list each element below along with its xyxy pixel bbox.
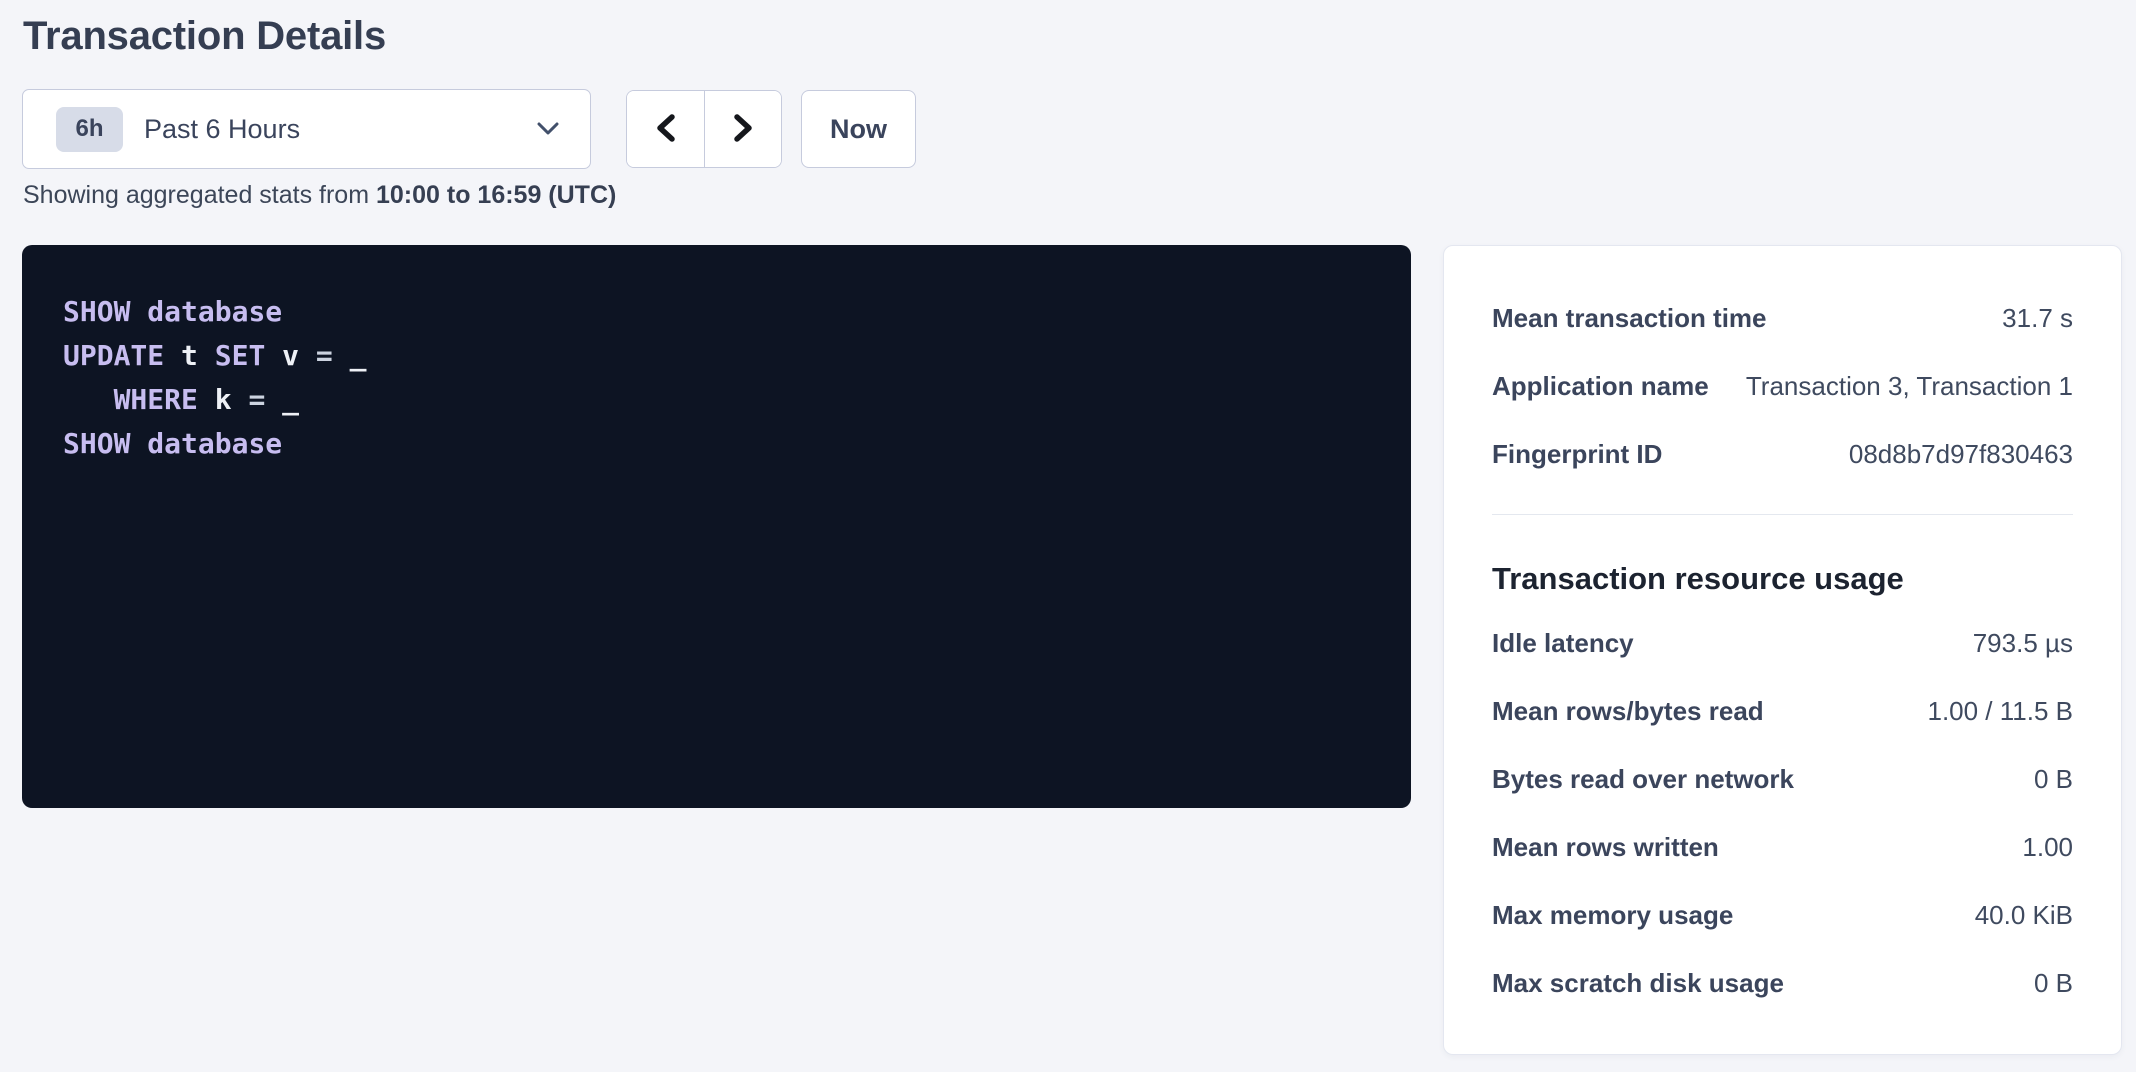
sql-line: SHOW database [63,422,1370,466]
aggregation-note-range: 10:00 to 16:59 (UTC) [376,181,616,209]
sql-statement-box: SHOW databaseUPDATE t SET v = _ WHERE k … [22,245,1411,808]
summary-top-rows: Mean transaction time 31.7 s Application n… [1492,302,2073,470]
previous-range-button[interactable] [627,91,704,167]
stat-row: Max scratch disk usage 0 B [1492,967,2073,999]
stat-value: Transaction 3, Transaction 1 [1746,370,2073,402]
stat-label: Mean rows written [1492,831,1719,863]
stat-label: Mean transaction time [1492,302,1767,334]
stat-value: 08d8b7d97f830463 [1849,438,2073,470]
time-toolbar: 6h Past 6 Hours [22,89,916,169]
card-divider [1492,514,2073,515]
stat-label: Fingerprint ID [1492,438,1662,470]
time-range-arrows [626,90,782,168]
resource-usage-heading: Transaction resource usage [1492,560,2073,598]
stat-value: 1.00 [2022,831,2073,863]
chevron-down-icon [536,121,560,137]
time-range-picker[interactable]: 6h Past 6 Hours [22,89,591,169]
aggregation-note: Showing aggregated stats from 10:00 to 1… [23,181,616,210]
chevron-left-icon [653,112,679,147]
resource-usage-rows: Idle latency 793.5 µs Mean rows/bytes read… [1492,627,2073,999]
sql-line: UPDATE t SET v = _ [63,334,1370,378]
page-title: Transaction Details [23,12,386,60]
sql-line: WHERE k = _ [63,378,1370,422]
stat-row: Bytes read over network 0 B [1492,763,2073,795]
sql-line: SHOW database [63,290,1370,334]
transaction-details-page: Transaction Details 6h Past 6 Hours [0,0,2136,1072]
stat-value: 1.00 / 11.5 B [1927,695,2073,727]
stat-label: Mean rows/bytes read [1492,695,1764,727]
stat-row: Application name Transaction 3, Transacti… [1492,370,2073,402]
stat-label: Max scratch disk usage [1492,967,1784,999]
transaction-summary-card: Mean transaction time 31.7 s Application n… [1443,245,2122,1055]
stat-value: 31.7 s [2002,302,2073,334]
stat-value: 0 B [2034,967,2073,999]
stat-label: Max memory usage [1492,899,1733,931]
stat-label: Bytes read over network [1492,763,1794,795]
stat-value: 40.0 KiB [1975,899,2073,931]
stat-value: 0 B [2034,763,2073,795]
stat-row: Fingerprint ID 08d8b7d97f830463 [1492,438,2073,470]
sql-statement: SHOW databaseUPDATE t SET v = _ WHERE k … [63,290,1370,466]
stat-label: Idle latency [1492,627,1634,659]
stat-row: Max memory usage 40.0 KiB [1492,899,2073,931]
stat-row: Mean rows/bytes read 1.00 / 11.5 B [1492,695,2073,727]
stat-label: Application name [1492,370,1709,402]
time-range-label: Past 6 Hours [144,114,536,145]
now-button[interactable]: Now [801,90,916,168]
aggregation-note-prefix: Showing aggregated stats from [23,181,376,209]
stat-row: Mean transaction time 31.7 s [1492,302,2073,334]
chevron-right-icon [730,112,756,147]
next-range-button[interactable] [704,91,781,167]
stat-row: Mean rows written 1.00 [1492,831,2073,863]
stat-row: Idle latency 793.5 µs [1492,627,2073,659]
stat-value: 793.5 µs [1973,627,2073,659]
time-range-badge: 6h [56,107,123,152]
